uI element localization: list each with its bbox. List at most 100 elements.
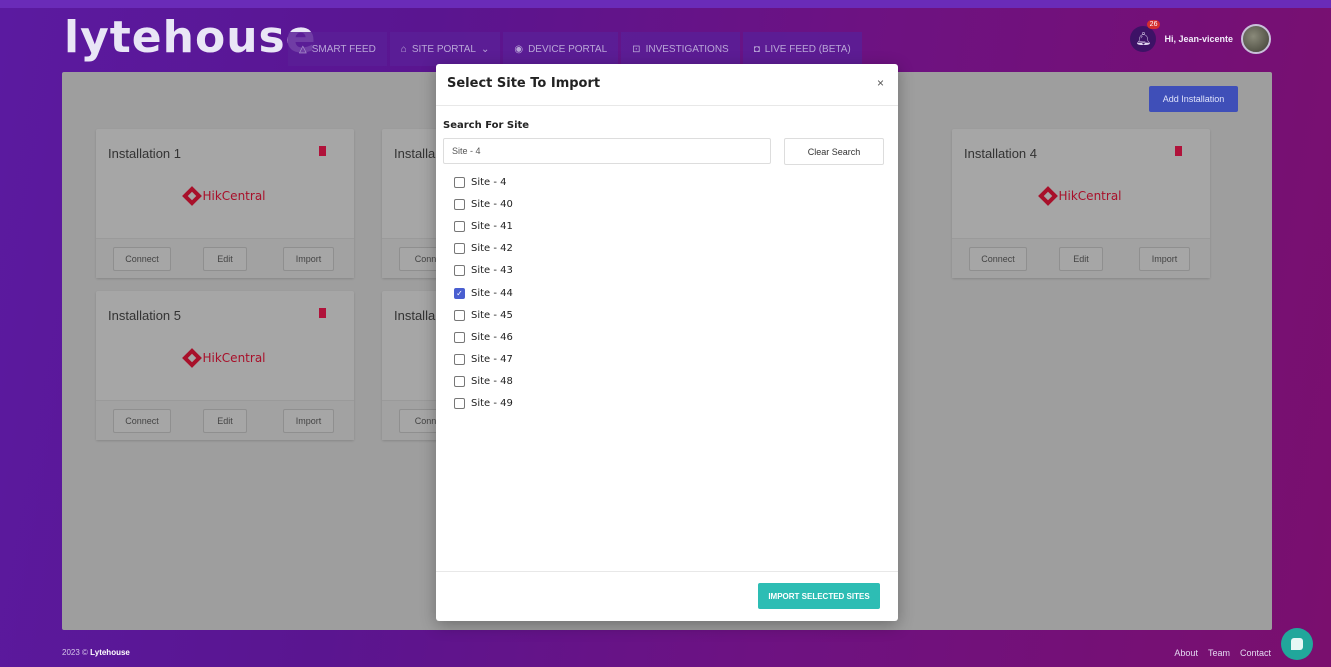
hikcentral-diamond-icon bbox=[181, 348, 202, 368]
user-greeting: Hi, Jean-vicente bbox=[1164, 34, 1233, 44]
bell-outline-icon: △ bbox=[299, 43, 307, 55]
checkbox-checked[interactable]: ✓ bbox=[454, 287, 465, 299]
import-button[interactable]: Import bbox=[1139, 247, 1190, 271]
avatar[interactable] bbox=[1241, 24, 1271, 54]
site-option[interactable]: Site - 43 bbox=[454, 260, 513, 282]
nav-label: SMART FEED bbox=[311, 43, 376, 55]
import-button[interactable]: Import bbox=[283, 247, 334, 271]
top-strip bbox=[0, 0, 1331, 8]
site-search-input[interactable] bbox=[443, 138, 771, 164]
site-option[interactable]: Site - 46 bbox=[454, 326, 513, 348]
nav-device-portal[interactable]: ◉ DEVICE PORTAL bbox=[503, 32, 619, 66]
card-actions: Connect Edit Import bbox=[96, 400, 354, 440]
nav-smart-feed[interactable]: △ SMART FEED bbox=[288, 32, 387, 66]
site-label: Site - 45 bbox=[471, 309, 513, 321]
investigation-icon: ⊡ bbox=[632, 43, 641, 55]
trash-icon[interactable] bbox=[319, 308, 326, 318]
copyright-prefix: 2023 © bbox=[62, 648, 88, 657]
select-site-modal: Select Site To Import × Search For Site … bbox=[436, 64, 898, 621]
site-option[interactable]: ✓ Site - 44 bbox=[454, 282, 513, 304]
notification-badge: 26 bbox=[1146, 20, 1161, 29]
connect-button[interactable]: Connect bbox=[113, 247, 171, 271]
edit-button[interactable]: Edit bbox=[1059, 247, 1103, 271]
footer-link-team[interactable]: Team bbox=[1208, 648, 1230, 658]
site-label: Site - 42 bbox=[471, 243, 513, 255]
brand-label: HikCentral bbox=[202, 189, 266, 203]
checkbox[interactable] bbox=[454, 198, 465, 210]
close-icon[interactable]: × bbox=[877, 76, 884, 90]
site-label: Site - 47 bbox=[471, 354, 513, 366]
hikcentral-logo: HikCentral bbox=[96, 348, 354, 368]
chat-icon bbox=[1291, 638, 1303, 650]
clear-search-button[interactable]: Clear Search bbox=[784, 138, 884, 165]
installation-card: Installation 5 HikCentral Connect Edit I… bbox=[96, 291, 354, 440]
checkbox[interactable] bbox=[454, 331, 465, 343]
chevron-down-icon: ⌄ bbox=[480, 43, 490, 55]
site-option[interactable]: Site - 41 bbox=[454, 215, 513, 237]
site-label: Site - 43 bbox=[471, 265, 513, 277]
card-actions: Connect Edit Import bbox=[952, 238, 1210, 278]
site-label: Site - 49 bbox=[471, 398, 513, 410]
import-button[interactable]: Import bbox=[283, 409, 334, 433]
footer-link-about[interactable]: About bbox=[1174, 648, 1198, 658]
nav-label: DEVICE PORTAL bbox=[528, 43, 608, 55]
modal-header: Select Site To Import × bbox=[436, 64, 898, 106]
bell-icon: 🔔︎ bbox=[1135, 31, 1152, 46]
brand-label: HikCentral bbox=[1058, 189, 1122, 203]
card-actions: Connect Edit Import bbox=[96, 238, 354, 278]
footer-link-contact[interactable]: Contact bbox=[1240, 648, 1271, 658]
checkbox[interactable] bbox=[454, 309, 465, 321]
checkbox[interactable] bbox=[454, 265, 465, 277]
card-title: Installation 1 bbox=[108, 146, 181, 161]
site-option[interactable]: Site - 48 bbox=[454, 371, 513, 393]
app-logo[interactable]: lytehouse bbox=[64, 12, 317, 63]
site-label: Site - 44 bbox=[471, 287, 513, 299]
checkbox[interactable] bbox=[454, 354, 465, 366]
notifications-button[interactable]: 🔔︎ 26 bbox=[1130, 20, 1161, 52]
copyright: 2023 © Lytehouse bbox=[62, 648, 130, 657]
checkbox[interactable] bbox=[454, 376, 465, 388]
main-nav: △ SMART FEED ⌂ SITE PORTAL ⌄ ◉ DEVICE PO… bbox=[288, 32, 862, 66]
site-option[interactable]: Site - 42 bbox=[454, 238, 513, 260]
chat-button[interactable] bbox=[1281, 628, 1313, 660]
card-title: Installation 5 bbox=[108, 308, 181, 323]
checkbox[interactable] bbox=[454, 176, 465, 188]
nav-live-feed[interactable]: ◘ LIVE FEED (BETA) bbox=[742, 32, 862, 66]
site-label: Site - 48 bbox=[471, 376, 513, 388]
site-option[interactable]: Site - 49 bbox=[454, 393, 513, 415]
modal-title: Select Site To Import bbox=[447, 76, 601, 91]
modal-footer: IMPORT SELECTED SITES bbox=[436, 571, 898, 621]
card-title: Installa bbox=[394, 146, 436, 161]
checkbox[interactable] bbox=[454, 398, 465, 410]
nav-investigations[interactable]: ⊡ INVESTIGATIONS bbox=[621, 32, 740, 66]
site-option[interactable]: Site - 47 bbox=[454, 349, 513, 371]
installation-card: Installation 1 HikCentral Connect Edit I… bbox=[96, 129, 354, 278]
import-selected-sites-button[interactable]: IMPORT SELECTED SITES bbox=[758, 583, 880, 609]
connect-button[interactable]: Connect bbox=[969, 247, 1027, 271]
connect-button[interactable]: Connect bbox=[113, 409, 171, 433]
site-option[interactable]: Site - 4 bbox=[454, 171, 513, 193]
checkbox[interactable] bbox=[454, 220, 465, 232]
trash-icon[interactable] bbox=[319, 146, 326, 156]
user-area: 🔔︎ 26 Hi, Jean-vicente bbox=[1130, 20, 1271, 54]
add-installation-button[interactable]: Add Installation bbox=[1149, 86, 1238, 112]
brand-label: HikCentral bbox=[202, 351, 266, 365]
site-label: Site - 40 bbox=[471, 198, 513, 210]
edit-button[interactable]: Edit bbox=[203, 247, 247, 271]
device-icon: ◉ bbox=[514, 43, 524, 55]
nav-label: INVESTIGATIONS bbox=[645, 43, 729, 55]
nav-site-portal[interactable]: ⌂ SITE PORTAL ⌄ bbox=[389, 32, 501, 66]
nav-label: SITE PORTAL bbox=[411, 43, 476, 55]
hikcentral-diamond-icon bbox=[181, 186, 202, 206]
trash-icon[interactable] bbox=[1175, 146, 1182, 156]
site-label: Site - 41 bbox=[471, 220, 513, 232]
edit-button[interactable]: Edit bbox=[203, 409, 247, 433]
site-option[interactable]: Site - 40 bbox=[454, 193, 513, 215]
hikcentral-logo: HikCentral bbox=[96, 186, 354, 206]
search-label: Search For Site bbox=[443, 120, 530, 131]
nav-label: LIVE FEED (BETA) bbox=[764, 43, 851, 55]
installation-card: Installation 4 HikCentral Connect Edit I… bbox=[952, 129, 1210, 278]
copyright-brand: Lytehouse bbox=[90, 648, 130, 657]
site-option[interactable]: Site - 45 bbox=[454, 304, 513, 326]
checkbox[interactable] bbox=[454, 243, 465, 255]
